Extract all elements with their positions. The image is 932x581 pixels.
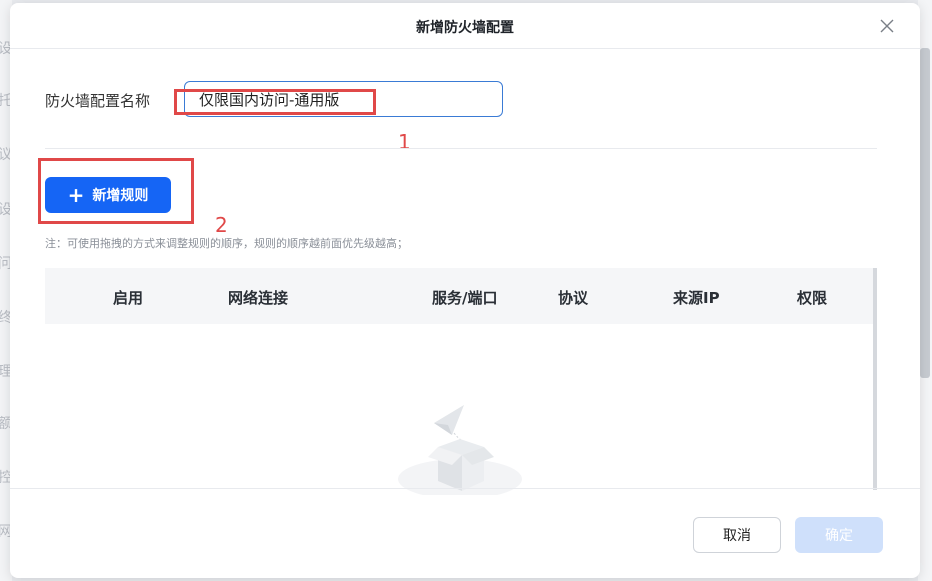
add-rule-label: 新增规则 [92, 188, 149, 204]
annotation-label-2: 2 [215, 213, 228, 237]
dialog-header: 新增防火墙配置 [10, 3, 920, 49]
page-scrollbar-thumb[interactable] [920, 48, 930, 378]
column-header-service-port: 服务/端口 [432, 289, 498, 307]
close-button[interactable] [876, 15, 898, 37]
column-header-permission: 权限 [797, 289, 828, 307]
plus-icon: + [67, 183, 85, 207]
cancel-button[interactable]: 取消 [693, 517, 781, 553]
column-header-source-ip: 来源IP [673, 289, 720, 307]
close-icon [880, 19, 894, 33]
dialog-title: 新增防火墙配置 [416, 20, 514, 36]
column-header-protocol: 协议 [558, 289, 589, 307]
confirm-button[interactable]: 确定 [795, 517, 883, 553]
column-header-enabled: 启用 [113, 289, 144, 307]
config-name-label: 防火墙配置名称 [45, 92, 151, 110]
config-name-input[interactable] [184, 81, 503, 117]
table-scrollbar[interactable] [873, 268, 877, 490]
rules-table-header: 启用 网络连接 服务/端口 协议 来源IP 权限 [45, 268, 877, 324]
empty-box-icon [398, 405, 522, 495]
column-header-network: 网络连接 [228, 289, 289, 307]
section-divider [45, 148, 877, 149]
firewall-config-dialog: 新增防火墙配置 防火墙配置名称 1 + 新增规则 2 注：可使用拖拽的方式来调整… [10, 3, 920, 578]
add-rule-button[interactable]: + 新增规则 [45, 177, 171, 213]
annotation-label-1: 1 [398, 130, 411, 154]
footer-divider [10, 488, 920, 489]
rule-order-note: 注：可使用拖拽的方式来调整规则的顺序，规则的顺序越前面优先级越高； [45, 237, 408, 250]
